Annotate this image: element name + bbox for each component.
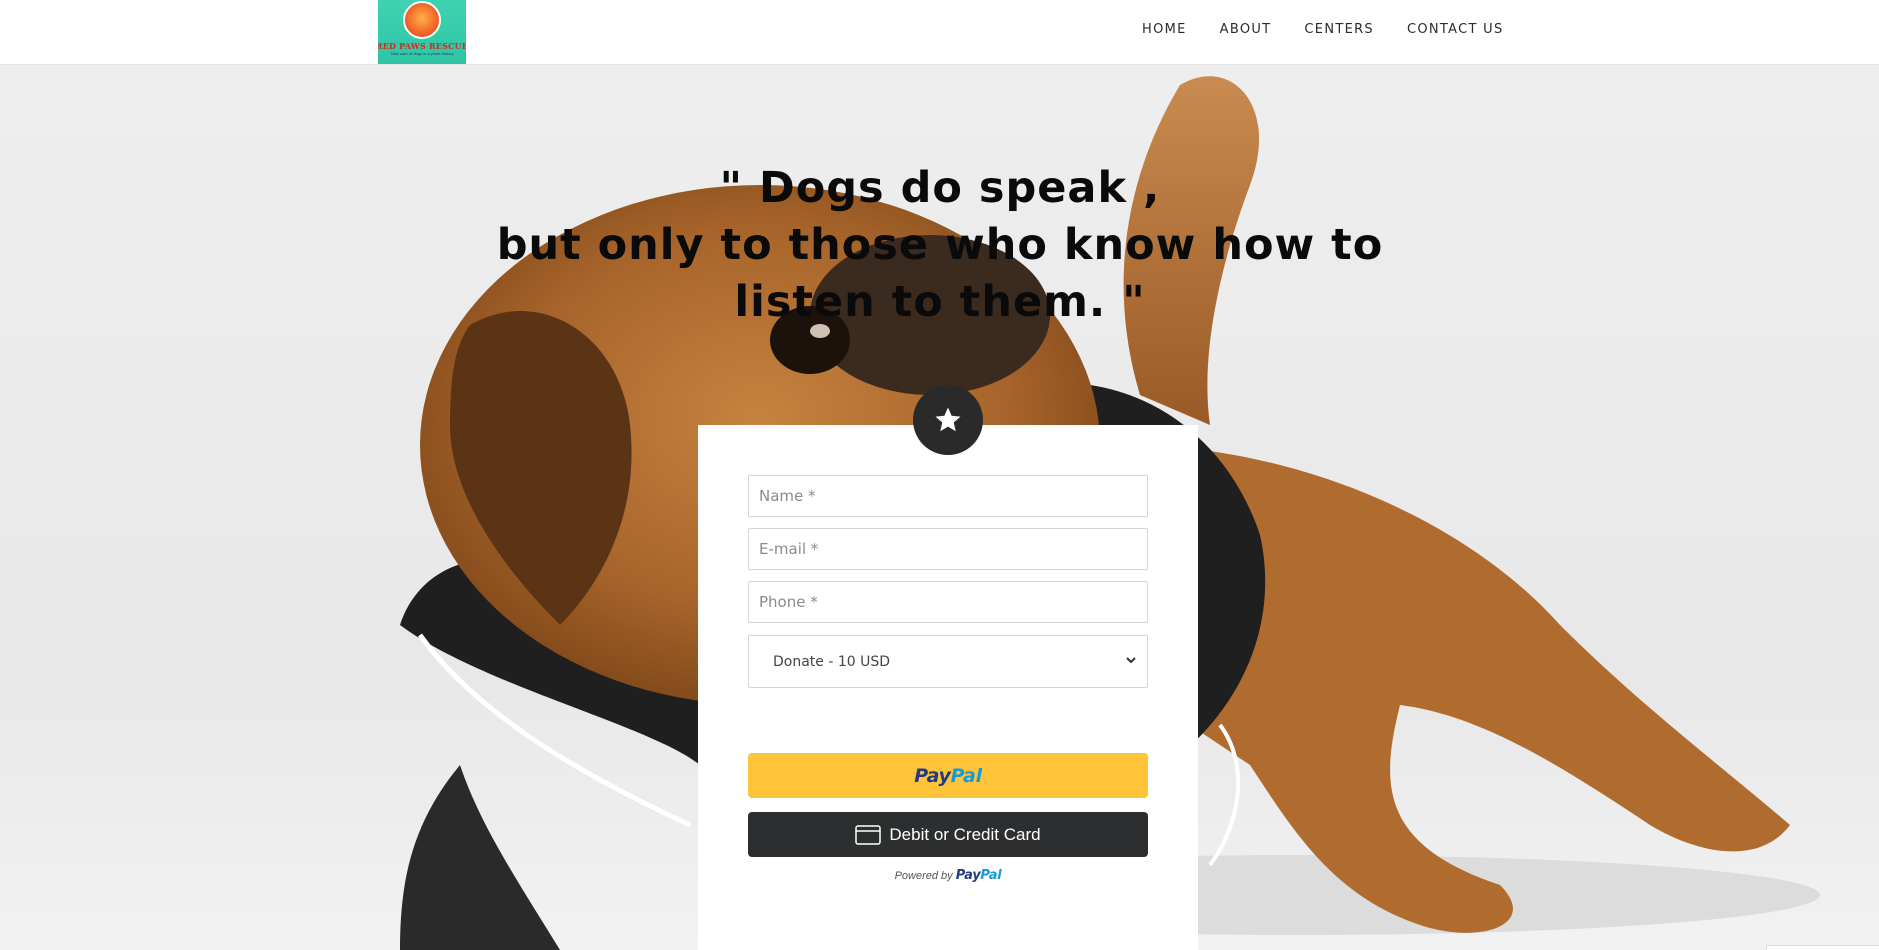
nav-item-centers[interactable]: CENTERS	[1304, 22, 1374, 37]
donation-form-card: Donate - 10 USD PayPal Debit or Credit C…	[698, 425, 1198, 950]
site-logo[interactable]: RED PAWS RESCUE Take care of dogs in a p…	[378, 0, 466, 64]
nav-item-home[interactable]: HOME	[1142, 22, 1187, 37]
quote-line-2: but only to those who know how to	[496, 220, 1384, 270]
star-badge	[913, 385, 983, 455]
nav-item-about[interactable]: ABOUT	[1220, 22, 1272, 37]
quote-line-1: " Dogs do speak ,	[719, 163, 1161, 213]
paypal-logo: PayPal	[914, 764, 982, 787]
email-field[interactable]	[748, 528, 1148, 570]
logo-dog-emblem	[403, 1, 441, 39]
phone-field[interactable]	[748, 581, 1148, 623]
corner-widget-fragment	[1766, 945, 1879, 950]
donation-amount-select[interactable]: Donate - 10 USD	[748, 635, 1148, 688]
hero-quote: " Dogs do speak , but only to those who …	[440, 160, 1440, 331]
paypal-button[interactable]: PayPal	[748, 753, 1148, 798]
name-field[interactable]	[748, 475, 1148, 517]
donation-amount-value: Donate - 10 USD	[773, 653, 891, 670]
nav-item-contact-us[interactable]: CONTACT US	[1407, 22, 1504, 37]
powered-paypal-logo: PayPal	[955, 868, 1002, 883]
logo-subtitle: Take care of dogs in a pirate history	[390, 51, 454, 56]
star-icon	[935, 407, 961, 432]
powered-by-paypal: Powered by PayPal	[894, 868, 1002, 883]
chevron-down-icon	[1126, 657, 1136, 664]
card-button-label: Debit or Credit Card	[889, 824, 1041, 844]
main-nav: HOME ABOUT CENTERS CONTACT US	[1142, 22, 1504, 37]
logo-title: RED PAWS RESCUE	[378, 41, 466, 51]
site-header: RED PAWS RESCUE Take care of dogs in a p…	[0, 0, 1879, 65]
quote-line-3: listen to them. "	[734, 277, 1146, 327]
credit-card-icon	[855, 824, 882, 845]
debit-credit-card-button[interactable]: Debit or Credit Card	[748, 812, 1148, 857]
